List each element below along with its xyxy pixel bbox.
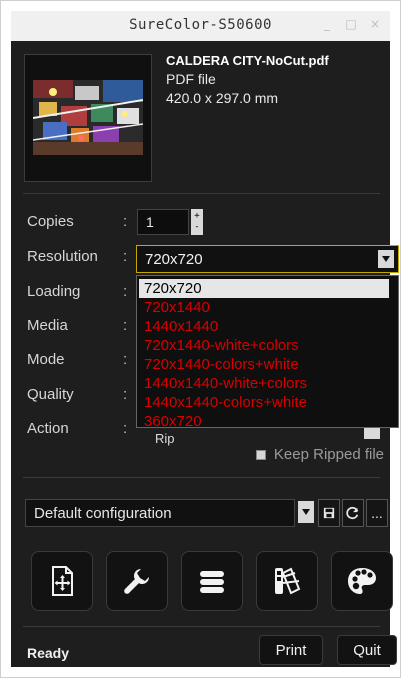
palette-icon — [348, 568, 376, 594]
divider — [23, 477, 380, 478]
configuration-select[interactable]: Default configuration — [25, 499, 295, 527]
color-swatch-icon — [275, 567, 301, 595]
resolution-dropdown-list[interactable]: 720x720 720x1440 1440x1440 720x1440-whit… — [136, 275, 399, 431]
resolution-option[interactable]: 360x720 — [137, 412, 398, 431]
save-configuration-button[interactable] — [318, 499, 340, 527]
print-button[interactable]: Print — [259, 635, 323, 665]
list-icon — [200, 571, 224, 593]
keep-ripped-label: Keep Ripped file — [273, 446, 384, 463]
resolution-option[interactable]: 720x1440 — [137, 298, 398, 317]
colon: : — [123, 351, 128, 368]
file-thumbnail — [24, 54, 152, 182]
resolution-label: Resolution — [27, 248, 98, 265]
resolution-option[interactable]: 720x1440-white+colors — [137, 336, 398, 355]
reload-configuration-button[interactable] — [342, 499, 364, 527]
file-type: PDF file — [166, 71, 216, 87]
maximize-button[interactable]: □ — [344, 17, 358, 31]
resolution-option[interactable]: 1440x1440 — [137, 317, 398, 336]
colon: : — [123, 420, 128, 437]
save-icon — [323, 507, 335, 519]
mode-label: Mode — [27, 351, 65, 368]
colon: : — [123, 248, 128, 265]
media-label: Media — [27, 317, 68, 334]
keep-ripped-row[interactable]: Keep Ripped file — [255, 446, 384, 463]
divider — [23, 626, 380, 627]
close-button[interactable]: × — [368, 17, 382, 31]
colon: : — [123, 213, 128, 230]
configuration-value: Default configuration — [34, 505, 172, 522]
palette-button[interactable] — [331, 551, 393, 611]
colon: : — [123, 386, 128, 403]
file-name: CALDERA CITY-NoCut.pdf — [166, 53, 329, 68]
copies-input[interactable]: 1 — [137, 209, 189, 235]
title-bar[interactable]: SureColor-S50600 _ □ × — [11, 11, 390, 42]
file-size: 420.0 x 297.0 mm — [166, 90, 279, 106]
action-value[interactable]: Rip — [155, 431, 175, 446]
app-window: SureColor-S50600 _ □ × CALDERA CITY-NoCu… — [0, 0, 401, 678]
resolution-value: 720x720 — [145, 251, 203, 268]
loading-label: Loading — [27, 283, 81, 300]
chevron-down-icon[interactable] — [378, 250, 394, 268]
colon: : — [123, 317, 128, 334]
color-swatch-button[interactable] — [256, 551, 318, 611]
action-label: Action — [27, 420, 69, 437]
divider — [23, 193, 380, 194]
resolution-option[interactable]: 720x1440-colors+white — [137, 355, 398, 374]
status-text: Ready — [27, 645, 70, 661]
add-document-icon — [52, 566, 73, 596]
queue-button[interactable] — [181, 551, 243, 611]
colon: : — [123, 283, 128, 300]
resolution-option[interactable]: 1440x1440-white+colors — [137, 374, 398, 393]
copies-label: Copies — [27, 213, 74, 230]
more-options-button[interactable]: ... — [366, 499, 388, 527]
quit-button[interactable]: Quit — [337, 635, 397, 665]
resolution-select[interactable]: 720x720 — [136, 245, 399, 273]
quality-label: Quality — [27, 386, 74, 403]
wrench-icon — [124, 569, 149, 594]
thumbnail-image — [33, 80, 143, 155]
decrement-icon[interactable]: - — [194, 223, 199, 232]
keep-ripped-checkbox[interactable] — [255, 449, 266, 460]
reload-icon — [346, 506, 359, 520]
increment-icon[interactable]: + — [194, 212, 199, 221]
window-controls: _ □ × — [320, 17, 382, 31]
resolution-option[interactable]: 720x720 — [139, 279, 389, 298]
chevron-down-icon[interactable] — [298, 501, 314, 523]
settings-button[interactable] — [106, 551, 168, 611]
add-document-button[interactable] — [31, 551, 93, 611]
resolution-option[interactable]: 1440x1440-colors+white — [137, 393, 398, 412]
main-panel: CALDERA CITY-NoCut.pdf PDF file 420.0 x … — [11, 41, 399, 667]
file-info: CALDERA CITY-NoCut.pdf PDF file 420.0 x … — [166, 53, 396, 106]
copies-stepper[interactable]: + - — [191, 209, 203, 235]
minimize-button[interactable]: _ — [320, 17, 334, 31]
